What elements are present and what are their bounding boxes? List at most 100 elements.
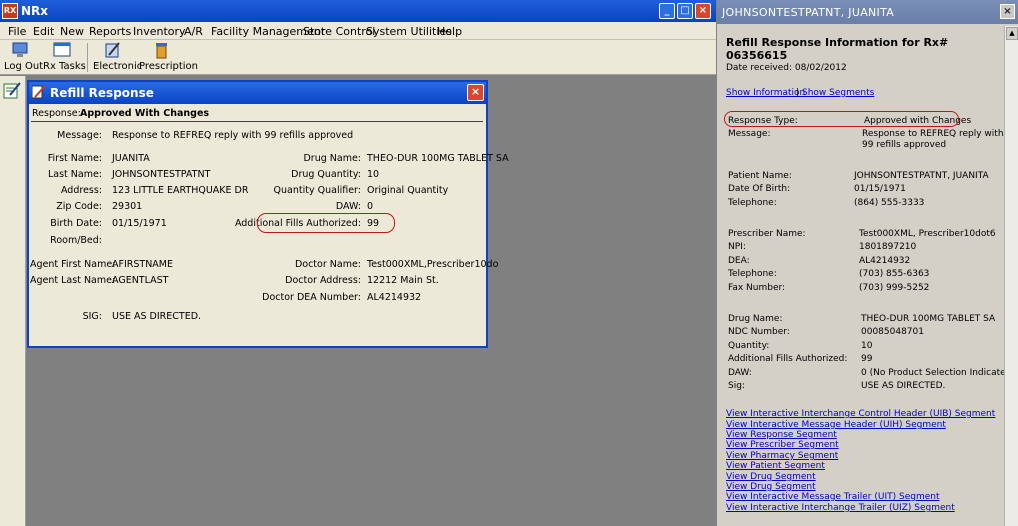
app-title-bar: RX NRx _ □ ×: [0, 0, 716, 22]
last-name-value: JOHNSONTESTPATNT: [112, 169, 211, 180]
rx-tasks-button[interactable]: Rx Tasks: [43, 41, 86, 74]
uiz-segment-link[interactable]: View Interactive Interchange Trailer (UI…: [726, 503, 955, 513]
computer-icon: [12, 42, 28, 57]
npi-value: 1801897210: [859, 242, 917, 252]
panel-drug-name-label: Drug Name:: [728, 314, 783, 324]
doctor-dea-value: AL4214932: [367, 292, 422, 303]
ndc-number-label: NDC Number:: [728, 327, 790, 337]
prescriber-telephone-label: Telephone:: [728, 269, 777, 279]
prescriber-telephone-value: (703) 855-6363: [859, 269, 930, 279]
minimize-button[interactable]: _: [659, 3, 675, 19]
menu-ar[interactable]: A/R: [184, 25, 203, 38]
panel-additional-fills-label: Additional Fills Authorized:: [728, 354, 848, 364]
message-value: Response to REFREQ reply with 99 refills…: [112, 130, 354, 141]
drug-segment-link-2[interactable]: View Drug Segment: [726, 482, 816, 492]
ndc-number-value: 00085048701: [861, 327, 924, 337]
show-segments-link[interactable]: Show Segments: [802, 88, 874, 98]
quantity-qualifier-value: Original Quantity: [367, 185, 449, 196]
panel-close-button[interactable]: ×: [1000, 4, 1015, 19]
panel-heading: Refill Response Information for Rx# 0635…: [726, 36, 949, 62]
menu-reports[interactable]: Reports: [89, 25, 131, 38]
left-tool-strip: [0, 76, 26, 526]
response-segment-link[interactable]: View Response Segment: [726, 430, 837, 440]
menu-help[interactable]: Help: [437, 25, 462, 38]
quantity-qualifier-label: Quantity Qualifier:: [273, 185, 361, 196]
agent-first-name-value: AFIRSTNAME: [112, 259, 174, 270]
quantity-value: 10: [861, 341, 873, 351]
panel-daw-value: 0 (No Product Selection Indicated): [861, 368, 1015, 378]
doctor-dea-label: Doctor DEA Number:: [262, 292, 361, 303]
app-title: NRx: [21, 4, 49, 18]
address-label: Address:: [60, 185, 102, 196]
electronic-button[interactable]: Electronic: [93, 41, 142, 74]
main-app-window: RX NRx _ □ × File Edit New Reports Inven…: [0, 0, 716, 526]
uih-segment-link[interactable]: View Interactive Message Header (UIH) Se…: [726, 420, 946, 430]
show-information-link[interactable]: Show Information: [726, 88, 805, 98]
panel-title: JOHNSONTESTPATNT, JUANITA: [722, 6, 895, 19]
menu-file[interactable]: File: [8, 25, 26, 38]
fax-number-label: Fax Number:: [728, 283, 786, 293]
response-label: Response:: [32, 108, 81, 119]
pharmacy-segment-link[interactable]: View Pharmacy Segment: [726, 451, 838, 461]
prescription-button[interactable]: Prescription: [139, 41, 198, 74]
refill-info-panel: JOHNSONTESTPATNT, JUANITA × Refill Respo…: [716, 0, 1018, 526]
panel-title-bar: JOHNSONTESTPATNT, JUANITA ×: [717, 0, 1018, 24]
last-name-label: Last Name:: [47, 169, 102, 180]
dob-label: Date Of Birth:: [728, 184, 791, 194]
log-out-button[interactable]: Log Out: [4, 41, 43, 74]
doctor-name-label: Doctor Name:: [294, 259, 361, 270]
additional-fills-highlight: [257, 213, 395, 233]
refill-response-dialog: Refill Response × Response: Approved Wit…: [27, 80, 509, 348]
edit-notes-icon[interactable]: [3, 81, 21, 99]
menu-inventory[interactable]: Inventory: [133, 25, 186, 38]
doctor-address-label: Doctor Address:: [285, 275, 361, 286]
zip-code-label: Zip Code:: [56, 201, 102, 212]
menu-new[interactable]: New: [60, 25, 84, 38]
daw-value: 0: [367, 201, 374, 212]
birth-date-label: Birth Date:: [50, 218, 102, 229]
dialog-pen-icon: [32, 85, 46, 99]
panel-message-value-line2: 99 refills approved: [862, 140, 947, 150]
prescriber-name-label: Prescriber Name:: [728, 229, 806, 239]
scroll-up-arrow-icon[interactable]: ▲: [1006, 27, 1018, 40]
patient-telephone-value: (864) 555-3333: [854, 198, 925, 208]
menu-edit[interactable]: Edit: [33, 25, 54, 38]
npi-label: NPI:: [728, 242, 746, 252]
maximize-button[interactable]: □: [677, 3, 693, 19]
panel-sig-value: USE AS DIRECTED.: [861, 381, 946, 391]
drug-segment-link[interactable]: View Drug Segment: [726, 472, 816, 482]
birth-date-value: 01/15/1971: [112, 218, 167, 229]
panel-drug-name-value: THEO-DUR 100MG TABLET SA: [861, 314, 996, 324]
panel-scrollbar[interactable]: ▲: [1004, 26, 1018, 526]
message-label: Message:: [57, 130, 102, 141]
uib-segment-link[interactable]: View Interactive Interchange Control Hea…: [726, 409, 995, 419]
uit-segment-link[interactable]: View Interactive Message Trailer (UIT) S…: [726, 492, 939, 502]
address-value: 123 LITTLE EARTHQUAKE DR: [112, 185, 249, 196]
app-logo-icon: RX: [2, 3, 18, 19]
doctor-name-value: Test000XML,Prescriber10do: [367, 259, 499, 270]
toolbar: Log Out Rx Tasks Electronic Prescription: [0, 40, 716, 75]
drug-name-label: Drug Name:: [303, 153, 361, 164]
dialog-title: Refill Response: [50, 86, 154, 100]
first-name-value: JUANITA: [112, 153, 150, 164]
drug-quantity-label: Drug Quantity:: [291, 169, 361, 180]
daw-label: DAW:: [335, 201, 361, 212]
quantity-label: Quantity:: [728, 341, 770, 351]
patient-name-value: JOHNSONTESTPATNT, JUANITA: [854, 171, 989, 181]
prescriber-segment-link[interactable]: View Prescriber Segment: [726, 440, 839, 450]
prescriber-name-value: Test000XML, Prescriber10dot6: [859, 229, 996, 239]
dialog-close-button[interactable]: ×: [467, 84, 484, 101]
drug-quantity-value: 10: [367, 169, 380, 180]
prescription-bottle-icon: [156, 43, 167, 59]
menu-store-control[interactable]: Store Control: [303, 25, 375, 38]
first-name-label: First Name:: [47, 153, 102, 164]
drug-name-value: THEO-DUR 100MG TABLET SA: [367, 153, 509, 164]
patient-segment-link[interactable]: View Patient Segment: [726, 461, 825, 471]
link-separator: |: [796, 88, 800, 98]
sig-label: SIG:: [82, 311, 102, 322]
close-button[interactable]: ×: [695, 3, 711, 19]
agent-last-name-label: Agent Last Name:: [30, 275, 116, 286]
room-bed-label: Room/Bed:: [50, 235, 102, 246]
panel-message-label: Message:: [728, 129, 771, 139]
dialog-separator: [31, 121, 483, 122]
